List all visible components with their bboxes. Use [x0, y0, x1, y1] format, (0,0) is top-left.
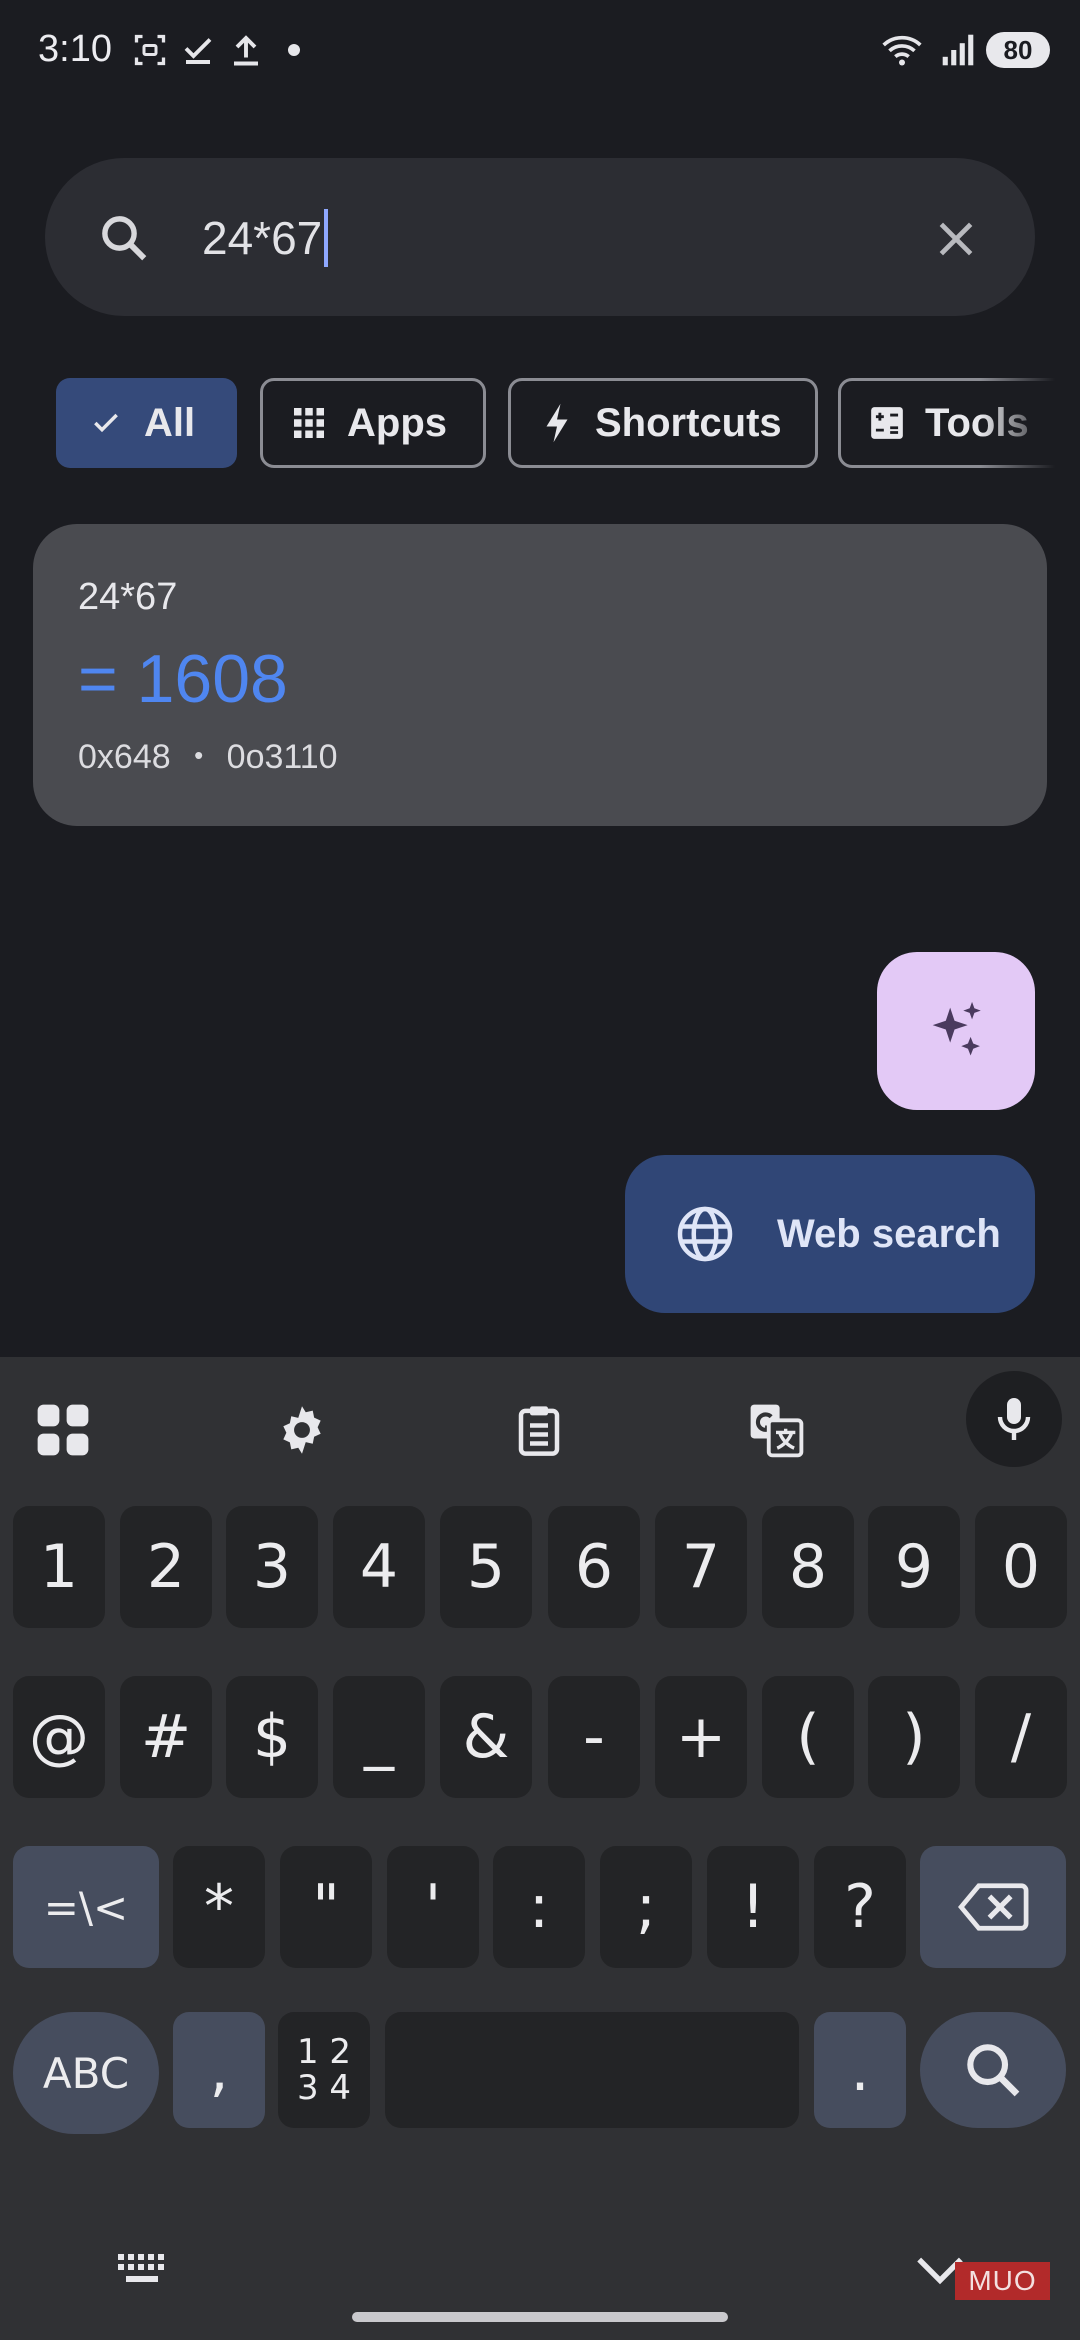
key-exclamation[interactable]: ! — [707, 1846, 799, 1968]
key-apostrophe[interactable]: ' — [387, 1846, 479, 1968]
key-close-paren[interactable]: ) — [868, 1676, 960, 1798]
calc-conversions: 0x648 • 0o3110 — [78, 738, 338, 777]
key-abc[interactable]: ABC — [13, 2012, 159, 2134]
voice-input-button[interactable] — [966, 1371, 1062, 1467]
key-backspace[interactable] — [920, 1846, 1066, 1968]
dot-icon — [274, 30, 314, 70]
search-icon — [967, 2044, 1020, 2097]
key-plus[interactable]: + — [655, 1676, 747, 1798]
signal-icon — [938, 30, 978, 70]
clear-search-button[interactable] — [925, 208, 987, 270]
keyboard-settings-button[interactable] — [257, 1385, 347, 1475]
screenshot-icon — [130, 30, 170, 70]
chip-all[interactable]: All — [56, 378, 237, 468]
key-5[interactable]: 5 — [440, 1506, 532, 1628]
key-ampersand[interactable]: & — [440, 1676, 532, 1798]
key-space[interactable] — [385, 2012, 799, 2128]
calc-expression: 24*67 — [78, 576, 178, 618]
key-asterisk[interactable]: * — [173, 1846, 265, 1968]
sparkle-icon — [932, 1001, 981, 1056]
mic-icon — [997, 1398, 1031, 1440]
calc-hex: 0x648 — [78, 738, 171, 776]
calc-octal: 0o3110 — [226, 738, 338, 776]
key-slash[interactable]: / — [975, 1676, 1067, 1798]
translate-icon — [750, 1404, 804, 1458]
bolt-icon — [537, 403, 577, 443]
keyboard-icon — [118, 2254, 164, 2282]
web-search-button[interactable]: Web search — [625, 1155, 1035, 1313]
backspace-icon — [958, 1883, 1029, 1931]
key-dollar[interactable]: $ — [226, 1676, 318, 1798]
ai-assist-button[interactable] — [877, 952, 1035, 1110]
navigation-handle[interactable] — [352, 2312, 728, 2322]
key-more-symbols[interactable]: =\< — [13, 1846, 159, 1968]
key-comma[interactable]: , — [173, 2012, 265, 2128]
key-2[interactable]: 2 — [120, 1506, 212, 1628]
chip-label: Shortcuts — [595, 400, 782, 445]
close-icon — [939, 222, 973, 256]
text-caret — [324, 209, 329, 267]
watermark-logo: MUO — [955, 2262, 1050, 2300]
key-numpad[interactable]: 1 2 3 4 — [278, 2012, 370, 2128]
key-4[interactable]: 4 — [333, 1506, 425, 1628]
key-1[interactable]: 1 — [13, 1506, 105, 1628]
key-search[interactable] — [920, 2012, 1066, 2128]
check-icon — [86, 403, 126, 443]
calc-result: = 1608 — [78, 641, 288, 717]
keyboard-switch-button[interactable] — [112, 2250, 176, 2290]
upload-icon — [226, 30, 266, 70]
key-open-paren[interactable]: ( — [762, 1676, 854, 1798]
separator-dot: • — [194, 740, 204, 770]
apps-grid-icon — [289, 403, 329, 443]
clipboard-icon — [518, 1406, 560, 1456]
check-icon — [178, 30, 218, 70]
chip-scroll-fade — [980, 370, 1080, 480]
search-input[interactable]: 24*67 — [202, 208, 329, 268]
status-time: 3:10 — [38, 28, 112, 70]
battery-indicator: 80 — [986, 32, 1050, 68]
key-question[interactable]: ? — [814, 1846, 906, 1968]
gear-icon — [283, 1406, 321, 1454]
key-colon[interactable]: : — [493, 1846, 585, 1968]
web-search-label: Web search — [777, 1211, 1001, 1256]
calculator-icon — [867, 403, 907, 443]
chip-apps[interactable]: Apps — [260, 378, 486, 468]
key-double-quote[interactable]: " — [280, 1846, 372, 1968]
chip-label: All — [144, 400, 196, 445]
key-7[interactable]: 7 — [655, 1506, 747, 1628]
key-semicolon[interactable]: ; — [600, 1846, 692, 1968]
search-query: 24*67 — [202, 212, 323, 264]
keyboard-clipboard-button[interactable] — [494, 1385, 584, 1475]
key-8[interactable]: 8 — [762, 1506, 854, 1628]
keyboard-translate-button[interactable] — [731, 1385, 821, 1475]
numpad-top: 1 2 — [296, 2032, 352, 2072]
search-bar[interactable] — [45, 158, 1035, 316]
key-minus[interactable]: - — [548, 1676, 640, 1798]
key-period[interactable]: . — [814, 2012, 906, 2128]
key-at[interactable]: @ — [13, 1676, 105, 1798]
key-underscore[interactable]: _ — [333, 1676, 425, 1798]
keyboard-apps-button[interactable] — [18, 1385, 108, 1475]
key-hash[interactable]: # — [120, 1676, 212, 1798]
key-3[interactable]: 3 — [226, 1506, 318, 1628]
chip-shortcuts[interactable]: Shortcuts — [508, 378, 818, 468]
key-6[interactable]: 6 — [548, 1506, 640, 1628]
numpad-bottom: 3 4 — [296, 2068, 352, 2108]
key-9[interactable]: 9 — [868, 1506, 960, 1628]
wifi-icon — [882, 30, 922, 70]
search-icon — [94, 208, 154, 268]
apps-grid-icon — [37, 1404, 89, 1456]
globe-icon — [673, 1202, 737, 1266]
chip-label: Apps — [347, 400, 447, 445]
key-0[interactable]: 0 — [975, 1506, 1067, 1628]
